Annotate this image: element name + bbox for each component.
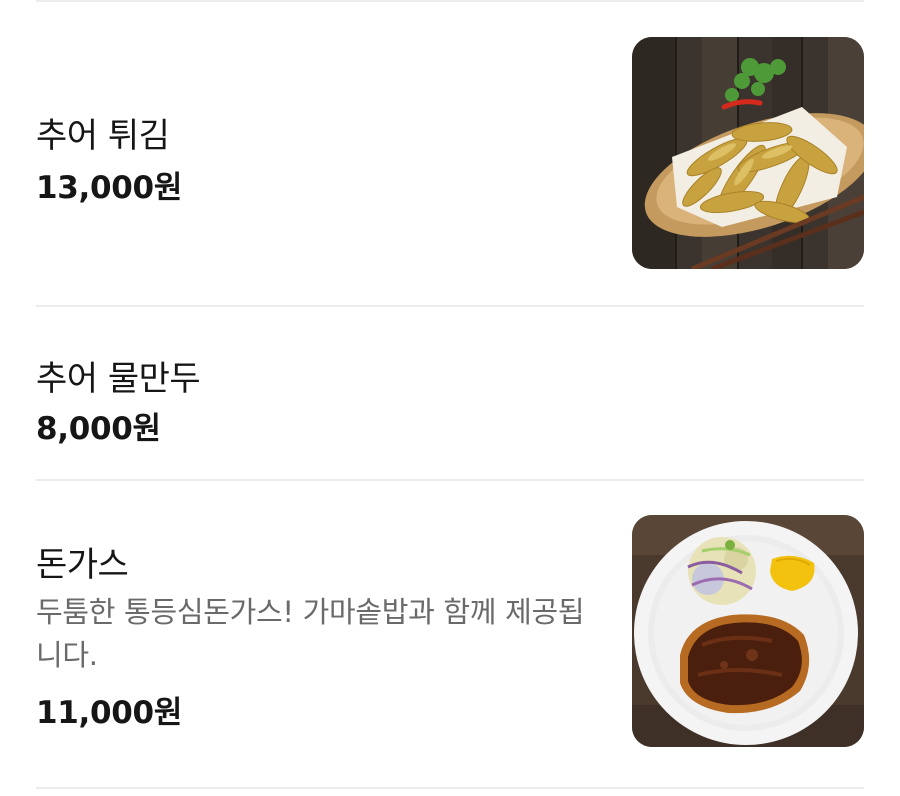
divider: [36, 787, 864, 789]
menu-item-fried-loach[interactable]: 추어 튀김 13,000원: [36, 2, 864, 305]
menu-list: 추어 튀김 13,000원 추어 물만두 8,000원 돈가스 두툼한 통등심돈…: [36, 0, 864, 789]
menu-item-pork-cutlet[interactable]: 돈가스 두툼한 통등심돈가스! 가마솥밥과 함께 제공됩니다. 11,000원: [36, 481, 864, 787]
menu-item-price: 8,000원: [36, 411, 161, 447]
fried-loach-photo[interactable]: [632, 37, 864, 269]
menu-item-name: 추어 물만두: [36, 359, 201, 399]
menu-item-loach-dumpling[interactable]: 추어 물만두 8,000원: [36, 307, 864, 479]
pork-cutlet-photo[interactable]: [632, 515, 864, 747]
menu-item-description: 두툼한 통등심돈가스! 가마솥밥과 함께 제공됩니다.: [36, 595, 585, 672]
menu-item-price: 13,000원: [36, 170, 183, 206]
menu-item-price: 11,000원: [36, 695, 183, 731]
menu-item-name: 돈가스: [36, 545, 129, 585]
menu-item-name: 추어 튀김: [36, 116, 170, 156]
